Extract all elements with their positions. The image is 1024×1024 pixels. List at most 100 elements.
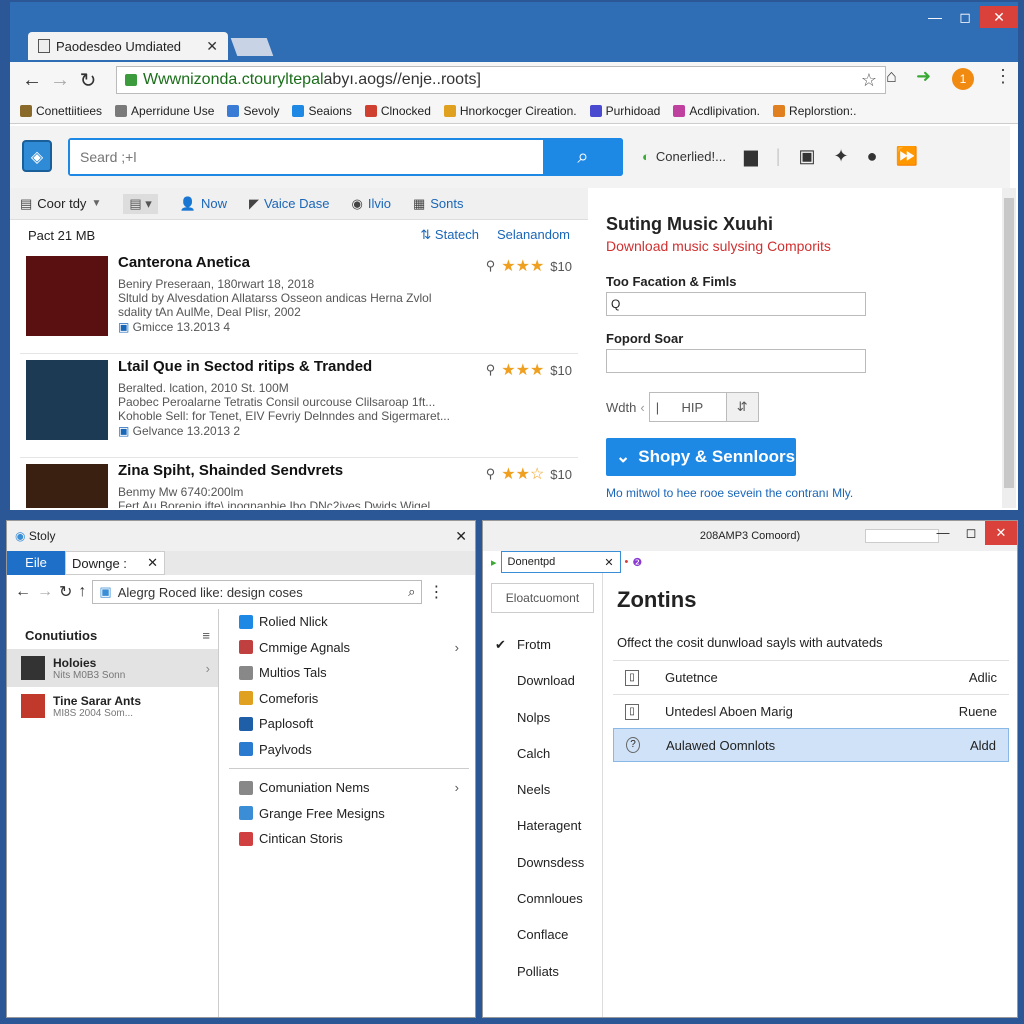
list-icon[interactable]: ≡ [202,628,210,643]
menu-item[interactable]: Cintican Storis [229,826,469,852]
settings-nav-item[interactable]: ✔ Frotm [483,627,602,663]
settings-row[interactable]: ? Aulawed Oomnlots Aldd [613,728,1009,762]
play-arrow-icon[interactable]: ➜ [916,66,931,87]
menu-item[interactable]: Cmmige Agnals › [229,635,469,661]
selanandom-link[interactable]: Selanandom [497,227,570,243]
maximize-button[interactable]: ◻ [957,521,985,545]
facebook-icon[interactable]: ● [867,146,878,167]
menu-item[interactable]: Grange Free Mesigns [229,801,469,827]
browser-tab[interactable]: Paodesdeo Umdiated ✕ [28,32,228,60]
update-badge[interactable]: 1 [952,68,974,90]
row-action[interactable]: Ruene [959,704,997,719]
downloads-tab[interactable]: Downge : ✕ [65,551,165,575]
sidebar-item[interactable]: Holoies Nits M0B3 Sonn › [7,649,218,687]
forward-arrow-icon[interactable]: → [37,583,53,601]
close-icon[interactable]: ✕ [455,528,467,545]
grid-view-icon[interactable]: ▤ ▾ [123,193,158,214]
reload-icon[interactable]: ↻ [74,68,102,93]
bookmark-item[interactable]: Replorstion:. [773,104,856,118]
tab-close-icon[interactable]: ✕ [604,556,613,569]
tab-close-icon[interactable]: ✕ [147,555,158,571]
element-button[interactable]: Eloatcuomont [491,583,594,613]
file-tab[interactable]: Eile [7,551,65,575]
settings-nav-item[interactable]: Neels [483,772,602,808]
bookmark-item[interactable]: Sevoly [227,104,279,118]
spinner-icon[interactable]: ⇵ [725,393,758,421]
explorer-address[interactable]: ▣ Alegrg Roced like: design coses ⌕ [92,580,423,604]
maximize-button[interactable]: ◻ [950,6,980,28]
toolbar-item[interactable]: 👤 Now [180,196,227,212]
scrollbar[interactable] [1002,188,1016,508]
scrollbar-thumb[interactable] [1004,198,1014,488]
toolbar-item[interactable]: ◤ Vaice Dase [249,196,330,212]
menu-item[interactable]: Paylvods [229,737,469,763]
toolbar-item[interactable]: ▦ Sonts [413,196,464,212]
settings-nav-item[interactable]: Comnloues [483,881,602,917]
back-arrow-icon[interactable]: ← [15,583,31,601]
forward-arrow-icon[interactable]: → [46,69,74,92]
tablet-icon[interactable]: ▣ [798,146,815,167]
close-button[interactable]: ✕ [985,521,1017,545]
settings-nav-item[interactable]: Conflace [483,917,602,953]
settings-tab[interactable]: Donentpd ✕ [500,551,621,573]
pin-icon[interactable]: ⚲ [486,258,496,274]
bookmark-item[interactable]: Hnorkocger Cireation. [443,104,577,118]
site-logo-icon[interactable]: ◈ [22,140,52,172]
star-icon[interactable]: ☆ [861,70,877,91]
menu-item[interactable]: Multios Tals [229,660,469,686]
result-title[interactable]: Canterona Anetica [118,254,250,271]
bookmark-item[interactable]: Purhidoad [589,104,660,118]
settings-row[interactable]: ▯ Gutetnce Adlic [613,660,1009,694]
connected-link[interactable]: ◐ Conerlied!... [642,149,726,164]
folder-icon[interactable]: ▆ [744,146,758,167]
statech-link[interactable]: ⇅ Statech [420,227,479,243]
pin-icon[interactable]: ⚲ [486,466,496,482]
minimize-button[interactable]: — [920,6,950,28]
row-action[interactable]: Adlic [969,670,997,685]
menu-item[interactable]: Paplosoft [229,711,469,737]
result-title[interactable]: Zina Spiht, Shainded Sendvrets [118,462,343,479]
settings-nav-item[interactable]: Hateragent [483,808,602,844]
field1-input[interactable]: Q [606,292,866,316]
result-title[interactable]: Ltail Que in Sectod ritips & Tranded [118,358,372,375]
settings-nav-item[interactable]: Polliats [483,954,602,990]
bookmark-item[interactable]: Aperridune Use [115,104,214,118]
row-action[interactable]: Aldd [970,738,996,753]
toolbar-item[interactable]: ◉ Ilvio [351,196,390,212]
pin-icon[interactable]: ⚲ [486,362,496,378]
settings-nav-item[interactable]: Calch [483,736,602,772]
menu-item[interactable]: Comuniation Nems › [229,775,469,801]
search-input[interactable] [70,140,540,174]
result-row[interactable]: Canterona Anetica Beniry Preseraan, 180rw… [20,250,578,354]
forward-icon[interactable]: ⏩ [895,146,917,167]
width-stepper[interactable]: | HIP ⇵ [648,392,759,422]
field2-input[interactable] [606,349,866,373]
title-search-field[interactable] [865,529,939,543]
menu-item[interactable]: Rolied Nlick [229,609,469,635]
menu-item[interactable]: Comeforis [229,686,469,712]
result-row[interactable]: Ltail Que in Sectod ritips & Tranded Bera… [20,354,578,458]
sidebar-item[interactable]: Tine Sarar Ants MI8S 2004 Som... [7,687,218,725]
minimize-button[interactable]: — [929,521,957,545]
search-icon[interactable]: ⌕ [408,584,415,600]
address-bar[interactable]: Wwwnizonda.ctouryltepalabyı.aogs//enje..… [116,66,886,94]
settings-nav-item[interactable]: Nolps [483,700,602,736]
bookmark-item[interactable]: Acdlipivation. [673,104,760,118]
more-dots-icon[interactable]: ⋮ [428,582,444,602]
close-button[interactable]: ✕ [980,6,1018,28]
settings-nav-item[interactable]: Downsdess [483,845,602,881]
menu-dots-icon[interactable]: ⋮ [994,66,1012,87]
settings-nav-item[interactable]: Download [483,663,602,699]
back-arrow-icon[interactable]: ← [18,69,46,92]
up-arrow-icon[interactable]: ↑ [78,583,86,601]
result-row[interactable]: Zina Spiht, Shainded Sendvrets Benmy Mw 6… [20,458,578,508]
panel-note[interactable]: Mo mitwol to hee rooe sevein the contran… [606,486,853,500]
shop-button[interactable]: ⌄ Shopy & Sennloors [606,438,796,476]
bird-icon[interactable]: ✦ [834,146,849,167]
extension-icon[interactable]: ⌂ [886,66,897,87]
bookmark-item[interactable]: Clnocked [364,104,431,118]
search-button[interactable]: ⌕ [543,138,623,176]
toolbar-item[interactable]: ▤ Coor tdy ▼ [20,196,101,212]
bookmark-item[interactable]: Conettiitiees [20,104,102,118]
settings-row[interactable]: ▯ Untedesl Aboen Marig Ruene [613,694,1009,728]
